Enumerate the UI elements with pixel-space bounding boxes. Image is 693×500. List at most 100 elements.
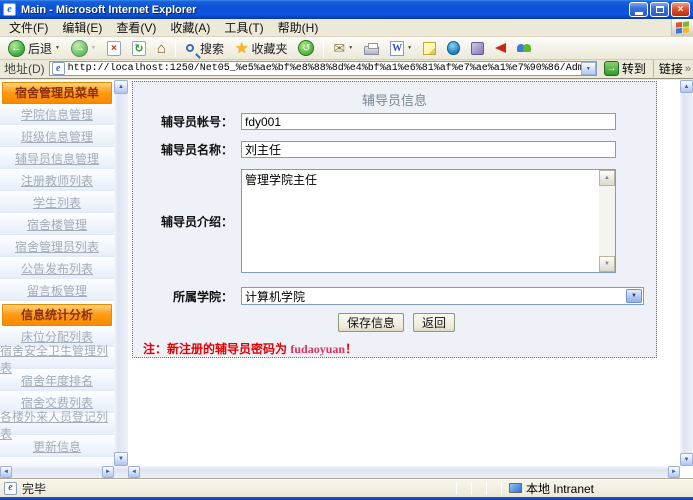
forward-button[interactable]: → [67,38,100,59]
browser-window: Main - Microsoft Internet Explorer × 文件(… [0,0,693,500]
menu-help[interactable]: 帮助(H) [271,18,326,37]
status-separator [501,482,502,495]
scroll-right-icon[interactable]: ► [668,466,680,478]
scroll-up-icon[interactable]: ▲ [114,80,128,94]
textarea-scrollbar[interactable]: ▲ ▼ [599,170,615,272]
print-button[interactable] [360,39,383,57]
menu-favorites[interactable]: 收藏(A) [163,18,217,37]
go-button[interactable]: → 转到 [601,60,649,77]
menu-edit[interactable]: 编辑(E) [55,18,109,37]
status-separator [486,482,487,495]
account-input[interactable] [241,113,616,130]
scroll-down-icon[interactable]: ▼ [599,256,615,272]
form-title: 辅导员信息 [133,90,656,109]
flashget-plugin-button[interactable] [491,41,510,55]
scroll-down-icon[interactable]: ▼ [114,452,128,466]
sidebar-item-student-list[interactable]: 学生列表 [0,192,114,214]
menu-file[interactable]: 文件(F) [2,18,55,37]
edit-with-word-button[interactable]: W [386,39,416,58]
sidebar-horizontal-scrollbar[interactable]: ◄ ► [0,466,128,478]
refresh-button[interactable]: ↻ [128,39,150,58]
status-bar: 完毕 本地 Intranet [0,478,693,497]
history-button[interactable]: ↺ [294,38,318,58]
page-favicon [52,62,65,75]
sidebar-item-clipped[interactable] [0,458,114,466]
status-page-icon [4,482,17,495]
sidebar-item-visitor-registry[interactable]: 各楼外来人员登记列表 [0,414,114,436]
address-input[interactable]: http://localhost:1250/Net05_%e5%ae%bf%e8… [49,61,597,76]
college-select[interactable]: 计算机学院 [241,287,644,305]
account-row: 辅导员帐号： [137,113,616,130]
history-icon: ↺ [298,40,314,56]
main-vertical-scrollbar[interactable]: ▲ ▼ [680,80,693,466]
mail-button[interactable]: ✉ [329,38,357,59]
sidebar-item-college-info[interactable]: 学院信息管理 [0,104,114,126]
scroll-up-icon[interactable]: ▲ [680,80,693,93]
sidebar-item-class-info[interactable]: 班级信息管理 [0,126,114,148]
favorites-button[interactable]: ★ 收藏夹 [231,37,291,59]
return-button[interactable]: 返回 [413,313,455,332]
mail-dropdown-icon [348,45,353,51]
search-icon [186,44,194,52]
sidebar-item-counselor-info[interactable]: 辅导员信息管理 [0,148,114,170]
sidebar-section-stats-header: 信息统计分析 [2,304,112,326]
media-icon [471,42,484,55]
sidebar-vertical-scrollbar[interactable]: ▲ ▼ [114,80,128,466]
intro-textarea[interactable]: 管理学院主任 [242,170,600,272]
forward-icon: → [71,40,88,57]
chevron-down-icon [626,289,642,303]
save-button[interactable]: 保存信息 [338,313,404,332]
media-plugin-button[interactable] [467,40,488,57]
restore-button[interactable] [650,2,669,17]
window-controls: × [627,2,690,17]
scroll-right-icon[interactable]: ► [102,466,114,478]
home-button[interactable]: ⌂ [153,38,170,59]
scroll-left-icon[interactable]: ◄ [128,466,140,478]
college-label: 所属学院： [137,288,233,305]
messenger-plugin-button[interactable] [513,40,536,57]
password-note: 注：新注册的辅导员密码为 fudaoyuan！ [143,340,357,357]
minimize-button[interactable] [629,2,648,17]
scroll-left-icon[interactable]: ◄ [0,466,12,478]
sidebar-item-teacher-list[interactable]: 注册教师列表 [0,170,114,192]
sidebar-item-dorm-building[interactable]: 宿舍楼管理 [0,214,114,236]
stop-button[interactable]: × [103,39,125,58]
toolbar-separator [323,39,324,57]
qq-plugin-button[interactable] [443,39,464,57]
sticky-note-plugin-button[interactable] [419,40,440,57]
name-input[interactable] [241,141,616,158]
back-button[interactable]: ← 后退 [4,38,64,59]
menu-view[interactable]: 查看(V) [109,18,163,37]
search-label: 搜索 [200,40,224,57]
intro-label: 辅导员介绍： [137,213,233,230]
sidebar-item-dorm-admin-list[interactable]: 宿舍管理员列表 [0,236,114,258]
menu-tools[interactable]: 工具(T) [217,18,270,37]
counselor-form-panel: 辅导员信息 辅导员帐号： 辅导员名称： 辅导员介绍： 管理学院主任 ▲ [132,81,657,358]
scroll-down-icon[interactable]: ▼ [680,453,693,466]
account-label: 辅导员帐号： [137,113,233,130]
note-prefix: 注：新注册的辅导员密码为 [143,342,287,356]
forward-dropdown-icon [91,45,96,51]
favorites-label: 收藏夹 [251,40,287,57]
address-dropdown-button[interactable] [581,62,596,75]
links-bar[interactable]: 链接 » [653,60,691,77]
zone-label: 本地 Intranet [526,480,594,497]
close-button[interactable]: × [671,2,690,17]
sidebar-menu: 宿舍管理员菜单 学院信息管理 班级信息管理 辅导员信息管理 注册教师列表 学生列… [0,80,114,466]
window-title: Main - Microsoft Internet Explorer [21,4,627,16]
links-label: 链接 [659,60,683,77]
main-horizontal-scrollbar[interactable]: ◄ ► [128,466,680,478]
search-button[interactable]: 搜索 [181,38,228,59]
sticky-note-icon [423,42,436,55]
status-separator [456,482,457,495]
print-icon [364,46,379,55]
intranet-zone-icon [509,483,522,493]
word-icon: W [390,41,404,56]
sidebar-item-safety-hygiene[interactable]: 宿舍安全卫生管理列表 [0,348,114,370]
toolbar-separator [175,39,176,57]
scroll-up-icon[interactable]: ▲ [599,170,615,186]
sidebar-item-announcement-list[interactable]: 公告发布列表 [0,258,114,280]
stop-icon: × [107,41,121,56]
sidebar-item-message-board[interactable]: 留言板管理 [0,280,114,302]
page-content: 宿舍管理员菜单 学院信息管理 班级信息管理 辅导员信息管理 注册教师列表 学生列… [0,80,693,478]
